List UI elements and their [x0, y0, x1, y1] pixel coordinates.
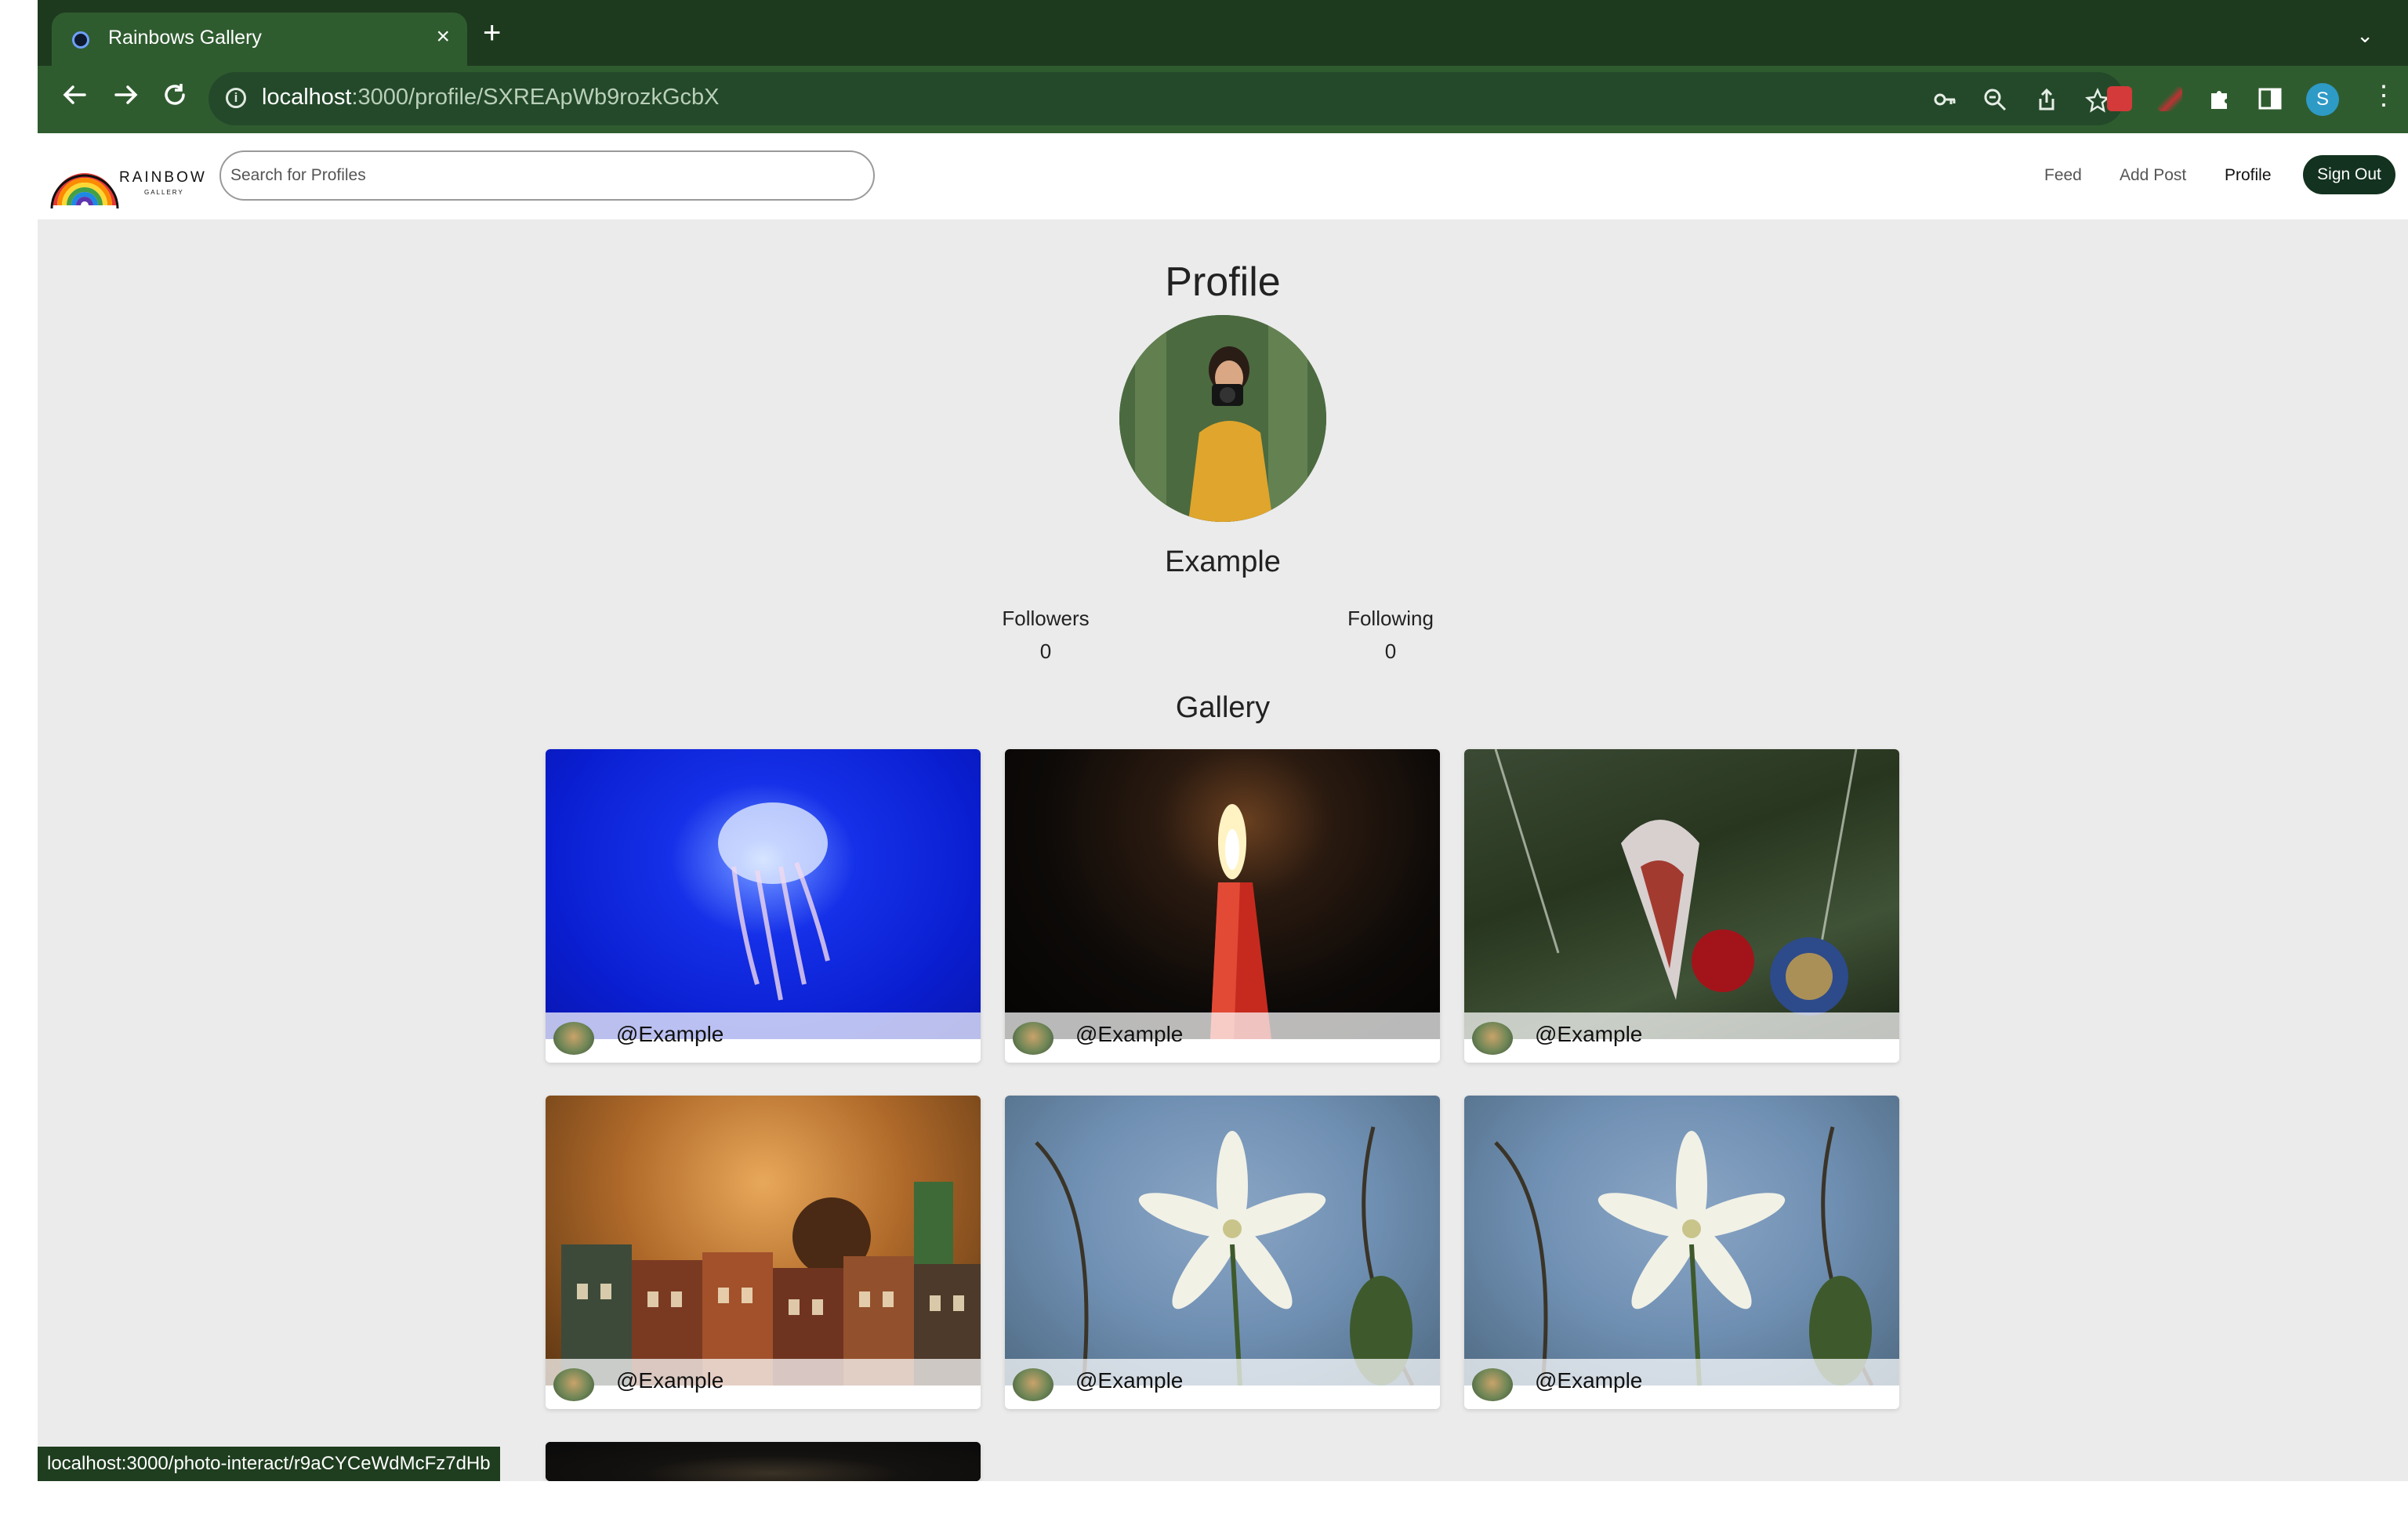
svg-text:RAINBOW: RAINBOW: [119, 169, 207, 186]
forward-arrow-icon[interactable]: [113, 82, 140, 114]
following-count: 0: [1384, 639, 1397, 663]
svg-text:GALLERY: GALLERY: [144, 189, 184, 196]
post-footer: [1005, 1359, 1440, 1409]
gallery-post-card[interactable]: @Example: [1464, 1096, 1899, 1409]
below-viewport-area: [0, 1481, 2408, 1525]
post-author-avatar: [1472, 1022, 1513, 1055]
gallery-post-card[interactable]: @Example: [546, 1096, 981, 1409]
browser-tab[interactable]: Rainbows Gallery ×: [52, 13, 467, 66]
post-footer: [546, 1359, 981, 1409]
site-favicon-icon: [72, 31, 89, 49]
gallery-post-card[interactable]: @Example: [1005, 1096, 1440, 1409]
extensions-puzzle-icon[interactable]: [2207, 86, 2232, 115]
followers-count: 0: [1039, 639, 1052, 663]
post-author-avatar: [1472, 1368, 1513, 1401]
post-author-avatar: [553, 1022, 594, 1055]
post-author-handle[interactable]: @Example: [1075, 1022, 1183, 1047]
profile-search-input[interactable]: [219, 150, 875, 201]
post-footer: [1464, 1012, 1899, 1063]
sign-out-button[interactable]: Sign Out: [2303, 155, 2395, 194]
browser-toolbar: i localhost:3000/profile/SXREApWb9rozkGc…: [38, 66, 2408, 133]
tab-bar: Rainbows Gallery × + ⌄: [38, 0, 2408, 66]
post-author-handle[interactable]: @Example: [1075, 1368, 1183, 1393]
extension-stripes-icon[interactable]: [2157, 86, 2182, 111]
gallery-heading: Gallery: [1175, 691, 1271, 724]
password-key-icon[interactable]: [1933, 88, 1956, 115]
post-footer: [1005, 1012, 1440, 1063]
post-image-white-flower[interactable]: [1464, 1096, 1899, 1387]
post-image-gingerbread-houses[interactable]: [546, 1096, 981, 1386]
new-tab-button[interactable]: +: [483, 17, 501, 49]
browser-profile-avatar[interactable]: S: [2306, 83, 2339, 116]
rainbow-gallery-logo[interactable]: RAINBOW GALLERY: [50, 147, 207, 209]
nav-link-feed[interactable]: Feed: [2044, 166, 2082, 185]
nav-link-profile[interactable]: Profile: [2225, 166, 2272, 185]
site-info-icon[interactable]: i: [226, 88, 246, 108]
post-author-handle[interactable]: @Example: [1535, 1368, 1642, 1393]
share-icon[interactable]: [2035, 88, 2058, 115]
post-image-white-flower[interactable]: [1005, 1096, 1440, 1387]
back-arrow-icon[interactable]: [61, 82, 88, 114]
tab-title: Rainbows Gallery: [108, 27, 262, 49]
post-footer: [1464, 1359, 1899, 1409]
close-tab-icon[interactable]: ×: [436, 24, 450, 50]
post-footer: [546, 1012, 981, 1063]
gallery-post-card[interactable]: @Example: [1005, 749, 1440, 1063]
gallery-post-card[interactable]: @Example: [546, 749, 981, 1063]
post-image-candle[interactable]: [1005, 749, 1440, 1039]
page-title: Profile: [1165, 259, 1281, 305]
reload-icon[interactable]: [161, 82, 188, 114]
post-author-handle[interactable]: @Example: [616, 1368, 723, 1393]
extension-red-icon[interactable]: [2107, 86, 2132, 111]
address-url[interactable]: localhost:3000/profile/SXREApWb9rozkGcbX: [262, 85, 720, 110]
browser-menu-icon[interactable]: ⋮: [2370, 80, 2397, 111]
post-author-avatar: [553, 1368, 594, 1401]
followers-label[interactable]: Followers: [967, 607, 1124, 631]
profile-name: Example: [1165, 545, 1281, 578]
post-author-handle[interactable]: @Example: [1535, 1022, 1642, 1047]
post-image-jellyfish[interactable]: [546, 749, 981, 1039]
profile-avatar: [1119, 315, 1326, 522]
site-navbar: RAINBOW GALLERY Feed Add Post Profile Si…: [38, 133, 2408, 219]
link-status-bubble: localhost:3000/photo-interact/r9aCYCeWdM…: [38, 1447, 500, 1481]
browser-chrome: Rainbows Gallery × + ⌄ i localhost:3000/…: [38, 0, 2408, 133]
nav-link-add-post[interactable]: Add Post: [2120, 166, 2186, 185]
post-author-handle[interactable]: @Example: [616, 1022, 723, 1047]
following-label[interactable]: Following: [1312, 607, 1469, 631]
post-author-avatar: [1013, 1022, 1054, 1055]
page-content: RAINBOW GALLERY Feed Add Post Profile Si…: [38, 133, 2408, 1481]
gallery-post-card[interactable]: [546, 1442, 981, 1481]
gallery-post-card[interactable]: @Example: [1464, 749, 1899, 1063]
tab-search-chevron-icon[interactable]: ⌄: [2356, 24, 2374, 48]
zoom-icon[interactable]: [1983, 88, 2007, 115]
side-panel-icon[interactable]: [2258, 86, 2283, 115]
post-image-ornament[interactable]: [1464, 749, 1899, 1039]
address-bar[interactable]: i localhost:3000/profile/SXREApWb9rozkGc…: [209, 72, 2124, 125]
post-image-dark[interactable]: [546, 1442, 981, 1481]
post-author-avatar: [1013, 1368, 1054, 1401]
